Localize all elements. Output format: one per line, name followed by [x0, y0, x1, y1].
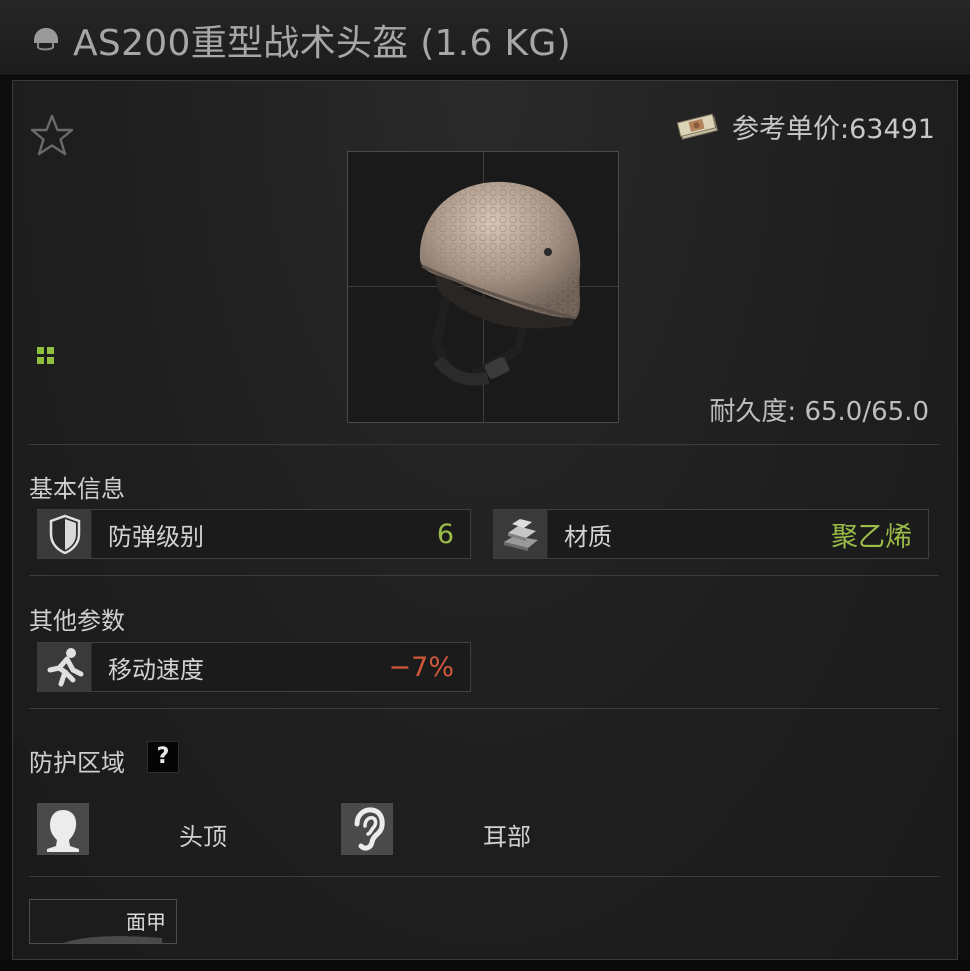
star-outline-icon[interactable]	[29, 113, 75, 159]
ear-icon	[354, 807, 385, 851]
head-silhouette-icon	[47, 810, 79, 852]
stat-label: 材质	[564, 522, 612, 551]
window-title: AS200重型战术头盔 (1.6 KG)	[73, 23, 571, 64]
section-title-other-params: 其他参数	[29, 607, 125, 635]
stat-move-speed: 移动速度 −7%	[37, 642, 471, 692]
money-stack-icon	[676, 113, 719, 140]
divider	[29, 708, 939, 709]
attachment-slot-faceplate[interactable]: 面甲	[29, 899, 177, 944]
shield-icon	[49, 514, 80, 554]
item-image-box	[347, 151, 619, 423]
grid-squares-icon	[37, 347, 54, 364]
stat-value: −7%	[388, 651, 454, 683]
reference-price-text: 参考单价:63491	[732, 114, 935, 145]
section-title-basic-info: 基本信息	[29, 475, 125, 503]
zone-top-of-head	[37, 803, 89, 855]
running-man-icon	[47, 648, 83, 687]
divider	[29, 876, 939, 877]
divider	[29, 575, 939, 576]
stat-value: 6	[436, 518, 454, 550]
window-title-bar: AS200重型战术头盔 (1.6 KG)	[0, 0, 970, 76]
helmet-icon	[34, 28, 58, 51]
faceplate-shape-icon	[63, 936, 162, 943]
helmet-image	[419, 181, 581, 386]
durability-text: 耐久度: 65.0/65.0	[709, 397, 929, 427]
stat-value: 聚乙烯	[831, 521, 912, 553]
help-button[interactable]: ?	[147, 741, 179, 773]
ingots-icon	[503, 519, 538, 551]
stat-label: 防弹级别	[108, 522, 204, 551]
stat-label: 移动速度	[108, 655, 204, 684]
zone-label: 耳部	[483, 823, 531, 851]
stat-armor-class: 防弹级别 6	[37, 509, 471, 559]
section-title-protection-zones: 防护区域	[29, 749, 125, 777]
footer-bar	[0, 960, 970, 971]
reference-price: 参考单价:63491	[676, 107, 935, 146]
zone-ears	[341, 803, 393, 855]
item-inspect-panel: 参考单价:63491 耐久度: 65.0/65.0 基本信息 防弹级别 6 材质…	[12, 80, 958, 960]
divider	[29, 444, 939, 445]
stat-material: 材质 聚乙烯	[493, 509, 929, 559]
zone-label: 头顶	[179, 823, 227, 851]
